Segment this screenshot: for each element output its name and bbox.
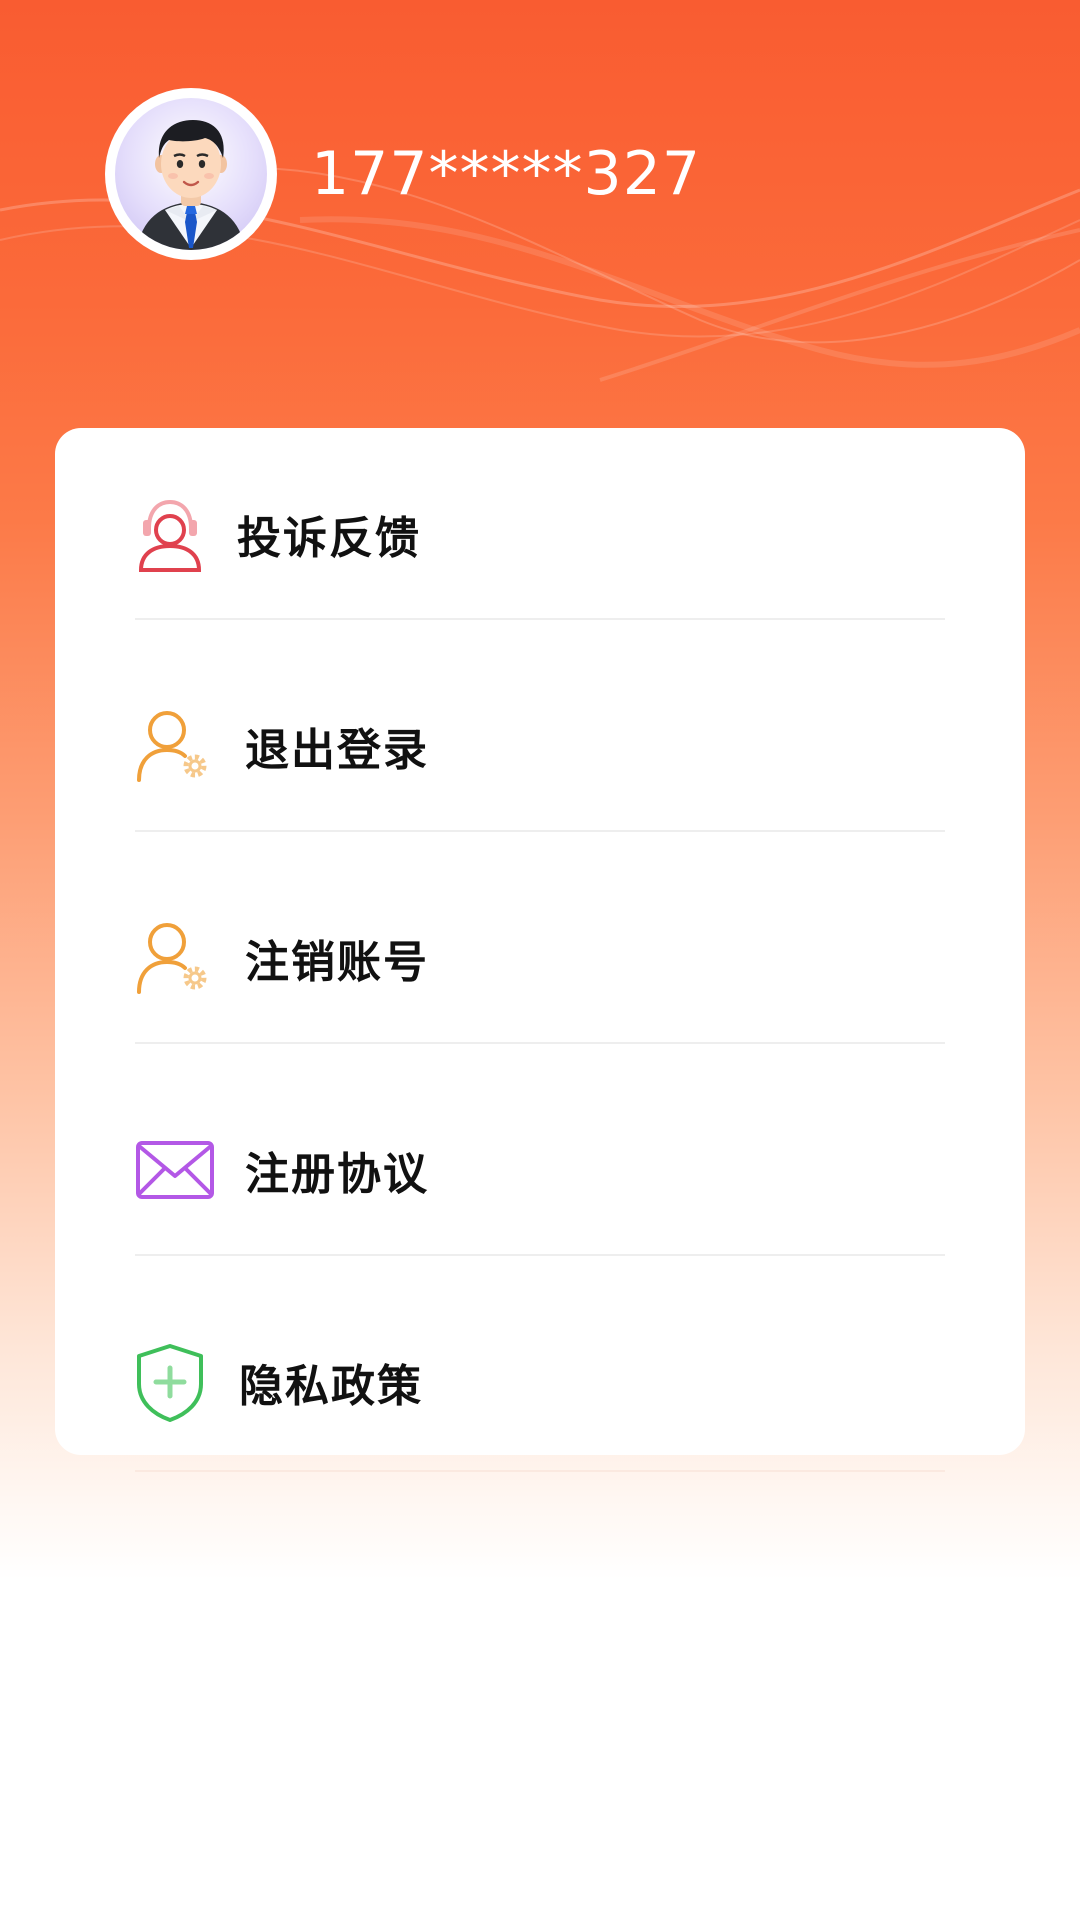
envelope-icon xyxy=(135,1130,215,1210)
menu-item-label: 注销账号 xyxy=(245,937,429,988)
profile-header: 177*****327 xyxy=(105,88,701,260)
divider xyxy=(135,618,945,620)
shield-plus-icon xyxy=(135,1342,215,1422)
customer-service-icon xyxy=(135,494,215,574)
menu-item-label: 退出登录 xyxy=(245,725,429,776)
menu-item-delete-account[interactable]: 注销账号 xyxy=(135,852,945,1064)
divider xyxy=(135,1254,945,1256)
menu-item-logout[interactable]: 退出登录 xyxy=(135,640,945,852)
menu-item-feedback[interactable]: 投诉反馈 xyxy=(135,428,945,640)
phone-number: 177*****327 xyxy=(311,139,702,209)
user-settings-icon xyxy=(135,918,215,998)
menu-item-label: 注册协议 xyxy=(245,1149,429,1200)
avatar[interactable] xyxy=(105,88,277,260)
businessman-avatar-icon xyxy=(137,120,245,250)
divider xyxy=(135,830,945,832)
menu-item-privacy-policy[interactable]: 隐私政策 xyxy=(135,1276,945,1488)
divider xyxy=(135,1470,945,1472)
avatar-image xyxy=(115,98,267,250)
profile-page: 177*****327 投诉反馈 退出登录 注销账号 注册协议 隐私政策 xyxy=(0,0,1080,1920)
menu-item-label: 投诉反馈 xyxy=(237,513,421,564)
user-settings-icon xyxy=(135,706,215,786)
divider xyxy=(135,1042,945,1044)
menu-card: 投诉反馈 退出登录 注销账号 注册协议 隐私政策 xyxy=(55,428,1025,1455)
menu-item-label: 隐私政策 xyxy=(239,1361,423,1412)
menu-item-registration-agreement[interactable]: 注册协议 xyxy=(135,1064,945,1276)
